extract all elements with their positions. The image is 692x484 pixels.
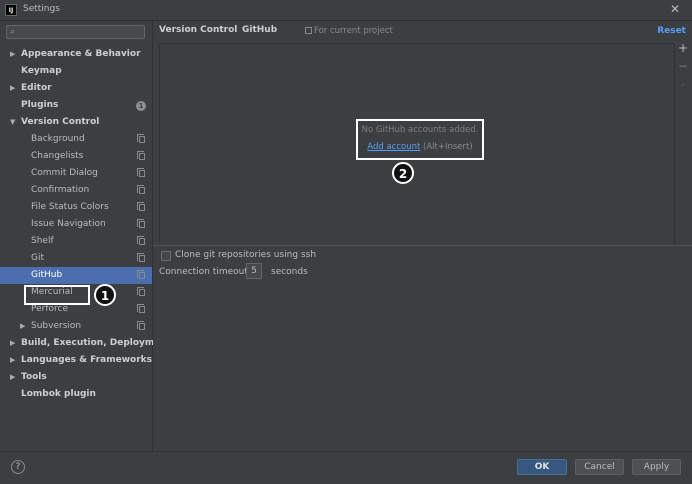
clone-ssh-label: Clone git repositories using ssh (175, 250, 317, 260)
callout-marker-2: 2 (392, 162, 414, 184)
apply-button[interactable]: Apply (632, 459, 681, 475)
no-accounts-text: No GitHub accounts added. (361, 125, 479, 135)
project-level-icon (137, 151, 145, 160)
tree-item-build-execution-deployment[interactable]: ▶ Build, Execution, Deployment (0, 335, 171, 352)
tree-item-label: Keymap (21, 66, 62, 76)
tree-item-label: Confirmation (31, 185, 90, 195)
intellij-app-icon: IJ (5, 4, 17, 16)
project-level-icon (137, 185, 145, 194)
tree-item-label: Subversion (31, 321, 82, 331)
section-divider (153, 245, 692, 246)
tree-item-tools[interactable]: ▶ Tools (0, 369, 152, 386)
chevron-right-icon[interactable]: ▶ (10, 80, 15, 97)
chevron-right-icon[interactable]: ▶ (10, 46, 15, 63)
dialog-button-bar: ? OK Cancel Apply (0, 451, 692, 484)
chevron-right-icon[interactable]: ▶ (20, 318, 25, 335)
remove-icon[interactable]: − (678, 59, 688, 73)
project-scope-icon (305, 27, 312, 34)
tree-item-label: Commit Dialog (31, 168, 98, 178)
tree-item-appearance-behavior[interactable]: ▶ Appearance & Behavior (0, 46, 152, 63)
tree-item-label: GitHub (31, 270, 63, 280)
add-account-link[interactable]: Add account (367, 142, 420, 152)
tree-item-label: Version Control (21, 117, 100, 127)
clone-ssh-checkbox[interactable] (161, 251, 171, 261)
tree-item-label: Git (31, 253, 45, 263)
tree-item-label: Background (31, 134, 85, 144)
tree-item-label: Editor (21, 83, 52, 93)
tree-item-changelists[interactable]: Changelists (0, 148, 152, 165)
tree-item-label: Appearance & Behavior (21, 49, 141, 59)
tree-item-plugins[interactable]: Plugins 1 (0, 97, 152, 114)
title-bar: IJ Settings ✕ (0, 0, 692, 21)
project-level-icon (137, 304, 145, 313)
help-icon[interactable]: ? (11, 460, 25, 474)
project-level-icon (137, 236, 145, 245)
reset-button[interactable]: Reset (657, 26, 686, 36)
project-level-icon (137, 134, 145, 143)
project-level-icon (137, 287, 145, 296)
tree-item-shelf[interactable]: Shelf (0, 233, 152, 250)
tree-item-issue-navigation[interactable]: Issue Navigation (0, 216, 152, 233)
tree-item-label: Tools (21, 372, 47, 382)
tree-item-label: Lombok plugin (21, 389, 96, 399)
chevron-right-icon[interactable]: ▶ (10, 335, 15, 352)
tree-item-git[interactable]: Git (0, 250, 152, 267)
tree-item-label: Plugins (21, 100, 59, 110)
chevron-down-icon[interactable]: ▼ (10, 114, 15, 131)
tree-item-github[interactable]: GitHub (0, 267, 152, 284)
tree-item-editor[interactable]: ▶ Editor (0, 80, 152, 97)
settings-sidebar: ⌕ ▶ Appearance & Behavior Keymap ▶ Editor Plu… (0, 21, 171, 451)
tree-item-label: Changelists (31, 151, 84, 161)
tree-item-confirmation[interactable]: Confirmation (0, 182, 152, 199)
tree-item-version-control[interactable]: ▼ Version Control (0, 114, 152, 131)
breadcrumb-github: GitHub (242, 25, 278, 35)
project-level-icon (137, 168, 145, 177)
add-icon[interactable]: + (678, 41, 688, 55)
tree-item-label: Shelf (31, 236, 54, 246)
update-count-badge: 1 (136, 101, 146, 111)
chevron-right-icon[interactable]: ▶ (10, 352, 15, 369)
content-header: Version Control › GitHub For current pro… (153, 21, 692, 42)
window-title: Settings (23, 4, 60, 14)
empty-accounts-highlight: No GitHub accounts added. Add account (A… (356, 119, 484, 160)
project-level-icon (137, 202, 145, 211)
settings-search-box[interactable]: ⌕ (6, 25, 145, 39)
tree-item-subversion[interactable]: ▶ Subversion (0, 318, 152, 335)
set-default-check-icon[interactable]: ✓ (678, 81, 688, 91)
chevron-right-icon[interactable]: ▶ (10, 369, 15, 386)
github-accounts-list[interactable]: No GitHub accounts added. Add account (A… (159, 43, 675, 246)
tree-item-lombok-plugin[interactable]: Lombok plugin (0, 386, 152, 403)
breadcrumb-version-control: Version Control (159, 25, 238, 35)
tree-item-languages-frameworks[interactable]: ▶ Languages & Frameworks (0, 352, 152, 369)
close-icon[interactable]: ✕ (670, 2, 680, 16)
tree-item-label: Issue Navigation (31, 219, 106, 229)
cancel-button[interactable]: Cancel (575, 459, 624, 475)
tree-item-label: Languages & Frameworks (21, 355, 153, 365)
connection-timeout-label: Connection timeout: (159, 267, 251, 277)
accounts-toolbar: + − ✓ (675, 41, 691, 243)
tree-item-commit-dialog[interactable]: Commit Dialog (0, 165, 152, 182)
add-account-line: Add account (Alt+Insert) (358, 142, 482, 152)
project-scope-label: For current project (314, 26, 393, 36)
add-account-shortcut: (Alt+Insert) (423, 142, 473, 152)
settings-search-input[interactable] (23, 26, 141, 38)
tree-item-background[interactable]: Background (0, 131, 152, 148)
project-level-icon (137, 219, 145, 228)
connection-timeout-input[interactable]: 5 (246, 263, 262, 279)
callout-marker-1: 1 (94, 284, 116, 306)
tree-item-label: File Status Colors (31, 202, 109, 212)
timeout-unit-label: seconds (271, 267, 308, 277)
project-level-icon (137, 253, 145, 262)
ok-button[interactable]: OK (517, 459, 567, 475)
project-level-icon (137, 270, 145, 279)
breadcrumb-separator-icon: › (231, 24, 235, 35)
github-highlight-frame (24, 285, 90, 305)
search-icon: ⌕ (10, 27, 16, 37)
settings-content: Version Control › GitHub For current pro… (153, 21, 692, 451)
tree-item-label: Build, Execution, Deployment (21, 338, 172, 348)
project-level-icon (137, 321, 145, 330)
tree-item-keymap[interactable]: Keymap (0, 63, 152, 80)
tree-item-file-status-colors[interactable]: File Status Colors (0, 199, 152, 216)
